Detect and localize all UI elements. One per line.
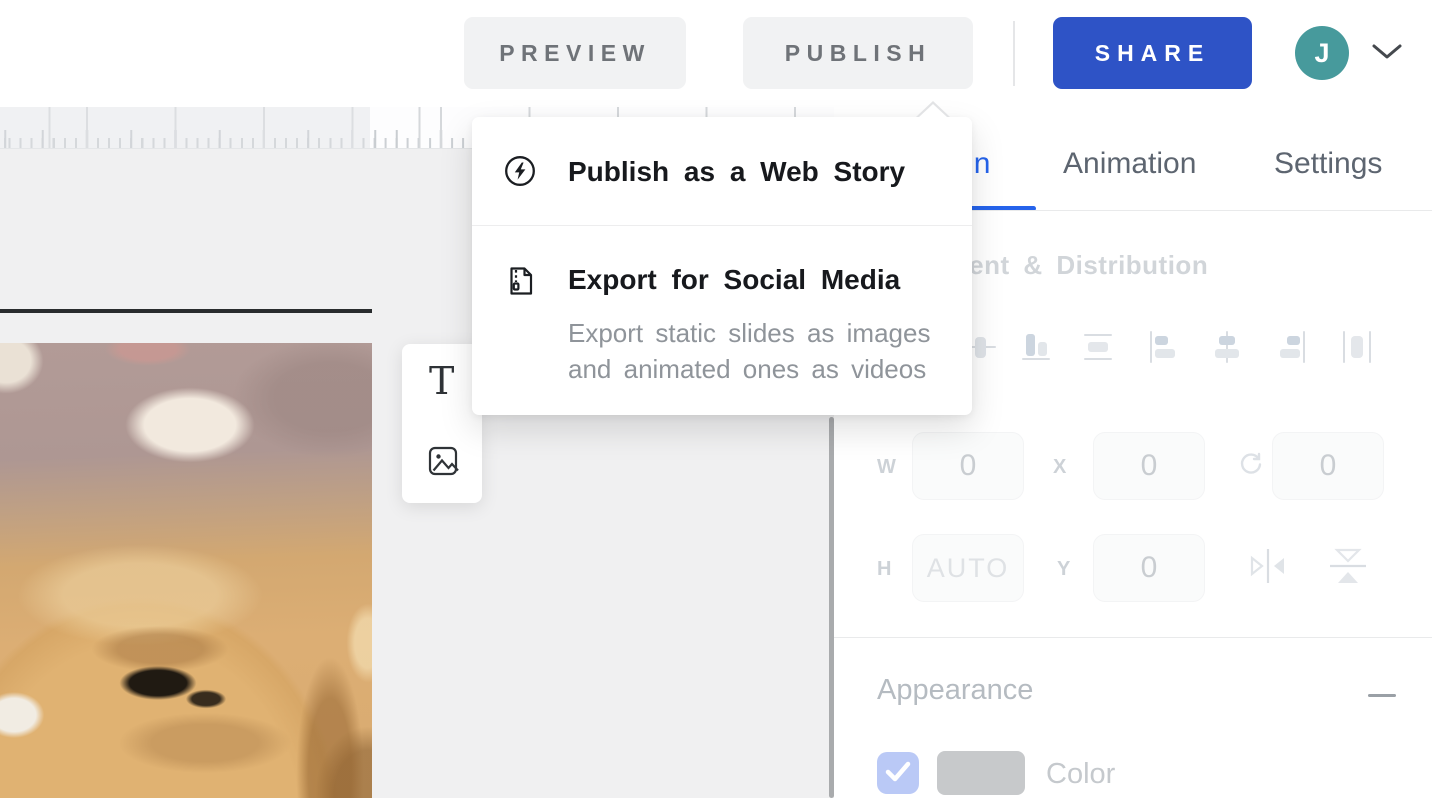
slide-top-border bbox=[0, 309, 372, 313]
menu-item-description-line1: Export static slides as images bbox=[568, 315, 930, 351]
y-label: Y bbox=[1057, 558, 1071, 581]
menu-item-title: Export for Social Media bbox=[568, 264, 900, 296]
zip-file-icon bbox=[505, 265, 537, 297]
menu-item-publish-web-story[interactable]: Publish as a Web Story bbox=[472, 117, 972, 225]
distribute-horizontal-icon[interactable] bbox=[1339, 329, 1375, 365]
preview-button[interactable]: PREVIEW bbox=[464, 17, 686, 89]
x-label: X bbox=[1053, 456, 1067, 479]
menu-item-description-line2: and animated ones as videos bbox=[568, 351, 926, 387]
share-button[interactable]: SHARE bbox=[1053, 17, 1252, 89]
color-label: Color bbox=[1046, 758, 1115, 791]
text-tool-icon[interactable]: T bbox=[429, 362, 454, 400]
rotation-icon bbox=[1238, 451, 1264, 477]
lightning-circle-icon bbox=[504, 155, 536, 187]
collapse-section-icon[interactable] bbox=[1368, 694, 1396, 697]
appearance-divider bbox=[834, 637, 1432, 638]
align-bottom-icon[interactable] bbox=[1018, 329, 1054, 365]
width-label: W bbox=[877, 456, 897, 479]
menu-item-export-social[interactable]: Export for Social Media Export static sl… bbox=[472, 226, 972, 415]
width-input[interactable]: 0 bbox=[912, 432, 1024, 500]
header-divider bbox=[1013, 21, 1015, 86]
tab-animation[interactable]: Animation bbox=[1063, 147, 1196, 181]
x-input[interactable]: 0 bbox=[1093, 432, 1205, 500]
height-input[interactable]: AUTO bbox=[912, 534, 1024, 602]
element-toolbar: T bbox=[402, 344, 482, 503]
user-avatar[interactable]: J bbox=[1295, 26, 1349, 80]
publish-button[interactable]: PUBLISH bbox=[743, 17, 973, 89]
align-center-icon[interactable] bbox=[1209, 329, 1245, 365]
color-swatch[interactable] bbox=[937, 751, 1025, 795]
image-tool-icon[interactable] bbox=[426, 444, 460, 478]
align-right-icon[interactable] bbox=[1273, 329, 1309, 365]
app-window: T Design Animation Settings Alignment & … bbox=[0, 0, 1432, 798]
dog-photo[interactable] bbox=[0, 343, 372, 798]
y-input[interactable]: 0 bbox=[1093, 534, 1205, 602]
dropdown-notch-fill bbox=[919, 104, 947, 117]
menu-item-title: Publish as a Web Story bbox=[568, 156, 905, 188]
chevron-down-icon[interactable] bbox=[1372, 44, 1402, 60]
rotation-input[interactable]: 0 bbox=[1272, 432, 1384, 500]
height-label: H bbox=[877, 558, 892, 581]
align-left-icon[interactable] bbox=[1146, 329, 1182, 365]
color-checkbox[interactable] bbox=[877, 752, 919, 794]
canvas-top-strip bbox=[0, 85, 834, 107]
appearance-section-title: Appearance bbox=[877, 674, 1033, 707]
flip-horizontal-icon[interactable] bbox=[1246, 545, 1290, 587]
tab-settings[interactable]: Settings bbox=[1274, 147, 1382, 181]
distribute-vertical-icon[interactable] bbox=[1080, 329, 1116, 365]
flip-vertical-icon[interactable] bbox=[1326, 542, 1370, 588]
publish-dropdown: Publish as a Web Story Export for Social… bbox=[472, 117, 972, 415]
check-icon bbox=[877, 750, 919, 797]
